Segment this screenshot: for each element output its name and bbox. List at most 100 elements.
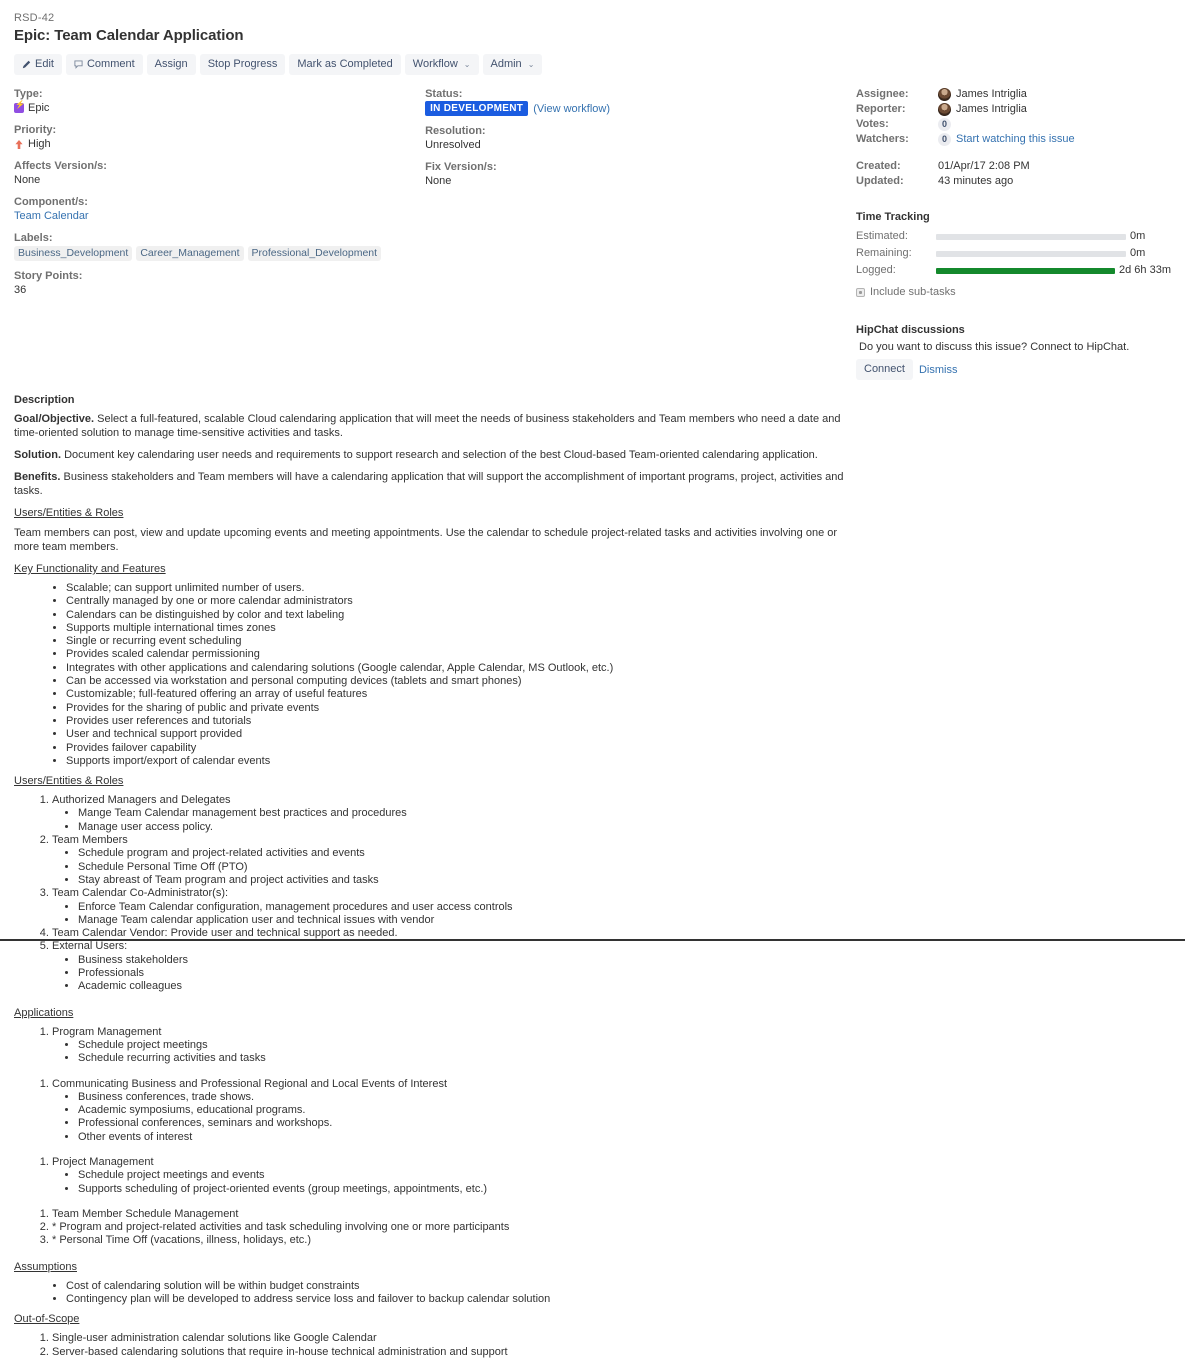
- sub-list: Schedule project meetingsSchedule recurr…: [52, 1039, 844, 1066]
- list-item: Provides scaled calendar permissioning: [66, 648, 844, 661]
- list-item: Team MembersSchedule program and project…: [52, 834, 844, 887]
- sub-list: Business conferences, trade shows.Academ…: [52, 1091, 844, 1144]
- list-item: Professionals: [78, 967, 844, 980]
- priority-high-arrow-icon: [14, 139, 24, 150]
- field-resolution-label: Resolution:: [425, 125, 486, 137]
- assignee-value: James Intriglia: [938, 87, 1027, 102]
- status-badge: IN DEVELOPMENT: [425, 101, 529, 116]
- workflow-dropdown[interactable]: Workflow ⌄: [404, 54, 479, 75]
- list-item: User and technical support provided: [66, 728, 844, 741]
- time-estimated-row: Estimated: 0m: [856, 228, 1171, 245]
- avatar: [938, 103, 951, 116]
- assign-button[interactable]: Assign: [146, 54, 196, 75]
- field-component: Component/s: Team Calendar: [14, 195, 425, 223]
- component-link[interactable]: Team Calendar: [14, 209, 89, 223]
- field-resolution-value: Unresolved: [425, 139, 481, 151]
- time-logged-label: Logged:: [856, 264, 896, 276]
- start-watching-link[interactable]: Start watching this issue: [956, 132, 1075, 147]
- field-status-label: Status:: [425, 88, 463, 100]
- edit-button[interactable]: Edit: [14, 54, 62, 75]
- list-item: Server-based calendaring solutions that …: [52, 1346, 844, 1359]
- watchers-row: Watchers: 0 Start watching this issue: [856, 132, 1171, 147]
- time-logged-bar: [936, 267, 1116, 274]
- issue-key[interactable]: RSD-42: [14, 12, 1171, 24]
- time-remaining-value: 0m: [1130, 247, 1146, 259]
- description-solution-lead: Solution.: [14, 449, 62, 461]
- reporter-name[interactable]: James Intriglia: [956, 102, 1027, 117]
- field-priority-value: High: [14, 137, 425, 151]
- sub-list: Mange Team Calendar management best prac…: [52, 807, 844, 834]
- hipchat-connect-label: Connect: [864, 363, 905, 375]
- field-labels: Labels: Business_Development Career_Mana…: [14, 231, 425, 261]
- subheading-applications: Applications: [14, 1006, 74, 1019]
- edit-button-label: Edit: [35, 58, 54, 70]
- field-status-value: IN DEVELOPMENT (View workflow): [425, 101, 848, 116]
- votes-label: Votes:: [856, 118, 889, 130]
- time-remaining-row: Remaining: 0m: [856, 245, 1171, 262]
- list-item: Single-user administration calendar solu…: [52, 1332, 844, 1345]
- assignee-row: Assignee: James Intriglia: [856, 87, 1171, 102]
- description-body: Goal/Objective. Select a full-featured, …: [14, 412, 844, 1359]
- include-subtasks-checkbox[interactable]: [856, 287, 865, 297]
- field-component-label: Component/s:: [14, 196, 88, 208]
- hipchat-panel: HipChat discussions Do you want to discu…: [856, 324, 1171, 380]
- list-item: Academic colleagues: [78, 980, 844, 993]
- created-value: 01/Apr/17 2:08 PM: [938, 160, 1030, 172]
- field-fix-version-value: None: [425, 175, 452, 187]
- field-story-points-value: 36: [14, 284, 27, 296]
- view-workflow-link[interactable]: (View workflow): [533, 103, 610, 115]
- list-item: Calendars can be distinguished by color …: [66, 609, 844, 622]
- admin-dropdown-label: Admin: [490, 58, 522, 70]
- hipchat-connect-button[interactable]: Connect: [856, 359, 913, 380]
- list-item: Authorized Managers and DelegatesMange T…: [52, 794, 844, 834]
- created-row: Created: 01/Apr/17 2:08 PM: [856, 159, 1171, 174]
- list-item: Schedule recurring activities and tasks: [78, 1052, 844, 1065]
- description-goal-text: Select a full-featured, scalable Cloud c…: [14, 413, 841, 439]
- comment-button[interactable]: Comment: [65, 54, 143, 75]
- label-chip[interactable]: Career_Management: [136, 246, 244, 261]
- include-subtasks-row[interactable]: Include sub-tasks: [856, 286, 1171, 298]
- field-resolution: Resolution: Unresolved: [425, 124, 848, 152]
- key-features-list: Scalable; can support unlimited number o…: [14, 582, 844, 768]
- list-item: External Users:Business stakeholdersProf…: [52, 940, 844, 993]
- field-priority-label: Priority:: [14, 124, 57, 136]
- list-item: Manage Team calendar application user an…: [78, 914, 844, 927]
- list-item: Stay abreast of Team program and project…: [78, 874, 844, 887]
- assignee-name[interactable]: James Intriglia: [956, 87, 1027, 102]
- list-item: Team Member Schedule Management: [52, 1208, 844, 1221]
- include-subtasks-label: Include sub-tasks: [870, 286, 956, 298]
- label-chip[interactable]: Professional_Development: [247, 246, 382, 261]
- list-item: Provides user references and tutorials: [66, 715, 844, 728]
- list-item: Team Calendar Co-Administrator(s):Enforc…: [52, 887, 844, 927]
- stop-progress-button[interactable]: Stop Progress: [199, 54, 286, 75]
- sub-list: Schedule program and project-related act…: [52, 847, 844, 887]
- field-type-value: Epic: [14, 100, 425, 115]
- label-chip[interactable]: Business_Development: [14, 246, 133, 261]
- description-heading: Description: [14, 394, 75, 406]
- hipchat-dismiss-link[interactable]: Dismiss: [919, 364, 958, 376]
- comment-icon: [74, 60, 83, 69]
- mark-as-completed-button-label: Mark as Completed: [297, 58, 393, 70]
- subheading-key-features: Key Functionality and Features: [14, 563, 166, 575]
- list-item: Provides for the sharing of public and p…: [66, 702, 844, 715]
- stop-progress-button-label: Stop Progress: [207, 58, 278, 70]
- list-item: Schedule project meetings: [78, 1039, 844, 1052]
- mark-as-completed-button[interactable]: Mark as Completed: [289, 54, 401, 75]
- page-title: Epic: Team Calendar Application: [14, 27, 244, 44]
- field-component-value: Team Calendar: [14, 209, 425, 223]
- list-item: Single or recurring event scheduling: [66, 635, 844, 648]
- description-benefits-lead: Benefits.: [14, 471, 61, 483]
- list-item: Communicating Business and Professional …: [52, 1078, 844, 1144]
- applications-groups: Program ManagementSchedule project meeti…: [14, 1026, 844, 1260]
- issue-details: Type: Epic Priority: High Affects Versio…: [0, 87, 1185, 380]
- time-logged-value: 2d 6h 33m: [1119, 264, 1171, 276]
- votes-count-badge: 0: [938, 118, 951, 131]
- hipchat-description: Do you want to discuss this issue? Conne…: [859, 341, 1130, 353]
- admin-dropdown[interactable]: Admin ⌄: [482, 54, 543, 75]
- subheading-assumptions: Assumptions: [14, 1260, 77, 1273]
- chevron-down-icon: ⌄: [463, 60, 471, 69]
- users-roles-list: Authorized Managers and DelegatesMange T…: [14, 794, 844, 993]
- hipchat-actions: Connect Dismiss: [856, 359, 1171, 380]
- field-priority-text: High: [28, 138, 51, 150]
- list-item: Schedule project meetings and events: [78, 1169, 844, 1182]
